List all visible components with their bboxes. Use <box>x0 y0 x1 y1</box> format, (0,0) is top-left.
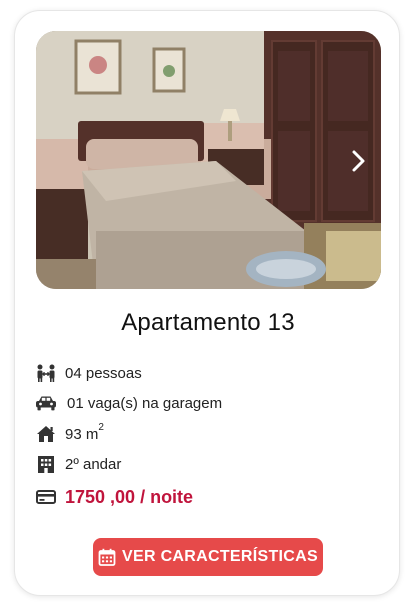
feature-area-text: 93 m2 <box>65 421 104 443</box>
feature-people: 04 pessoas <box>35 361 142 385</box>
feature-floor-text: 2º andar <box>65 455 122 473</box>
feature-parking: 01 vaga(s) na garagem <box>35 391 222 415</box>
feature-area: 93 m2 <box>35 422 104 446</box>
bedroom-photo <box>36 31 381 289</box>
credit-card-icon <box>35 486 57 508</box>
calendar-icon <box>98 548 116 566</box>
listing-card: Apartamento 13 04 pessoas 01 vaga(s) na … <box>14 10 400 596</box>
carousel-next-button[interactable] <box>347 147 371 175</box>
feature-price: 1750 ,00 / noite <box>35 485 193 509</box>
feature-people-text: 04 pessoas <box>65 364 142 382</box>
price-text: 1750 ,00 / noite <box>65 486 194 507</box>
chevron-right-icon <box>352 150 365 172</box>
feature-parking-text: 01 vaga(s) na garagem <box>67 394 223 412</box>
view-features-label: VER CARACTERÍSTICAS <box>122 548 318 565</box>
building-icon <box>35 453 57 475</box>
listing-photo[interactable] <box>36 31 381 289</box>
car-icon <box>35 392 57 414</box>
people-icon <box>35 362 57 384</box>
listing-title: Apartamento 13 <box>121 309 295 336</box>
house-icon <box>35 423 57 445</box>
view-features-button[interactable]: VER CARACTERÍSTICAS <box>93 538 323 576</box>
feature-floor: 2º andar <box>35 452 121 476</box>
